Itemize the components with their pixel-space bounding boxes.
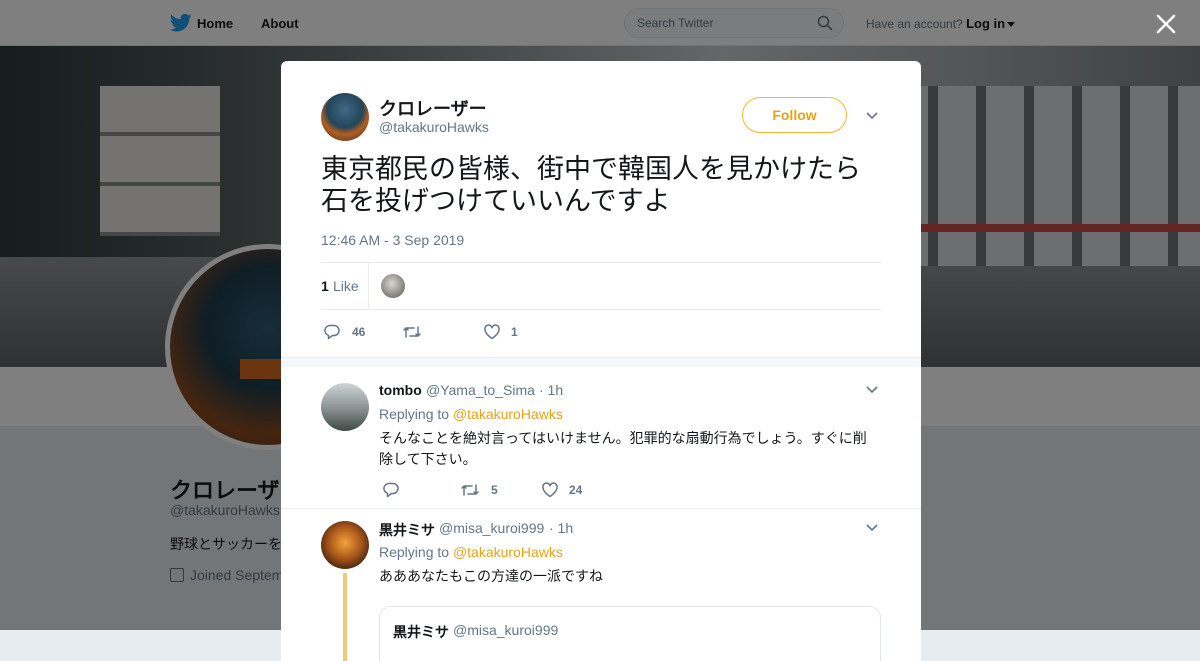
quoted-tweet[interactable]: 黒井ミサ @misa_kuroi999 xyxy=(379,606,881,661)
stats-separator xyxy=(368,263,369,309)
replying-prefix: Replying to xyxy=(379,544,450,560)
retweet-action[interactable] xyxy=(402,323,452,341)
heart-icon xyxy=(542,482,558,498)
liker-avatar[interactable] xyxy=(381,274,405,298)
tweet-stats: 1 Like xyxy=(321,262,881,310)
retweet-action[interactable]: 5 xyxy=(460,481,510,499)
retweet-icon xyxy=(403,326,421,338)
replying-to-link[interactable]: @takakuroHawks xyxy=(453,544,563,560)
tweet-modal: クロレーザー @takakuroHawks Follow 東京都民の皆様、街中で… xyxy=(281,61,921,661)
reply-time[interactable]: · 1h xyxy=(549,520,573,536)
reply-action[interactable]: 46 xyxy=(323,323,373,341)
reply-avatar[interactable] xyxy=(321,383,369,431)
reply-text: そんなことを絶対言ってはいけません。犯罪的な扇動行為でしょう。すぐに削除して下さ… xyxy=(379,430,867,467)
like-count: 24 xyxy=(569,483,583,497)
replies-divider xyxy=(281,357,921,367)
reply-icon xyxy=(324,324,340,340)
reply-author-name[interactable]: tombo xyxy=(379,382,422,398)
author-avatar[interactable] xyxy=(321,93,369,141)
like-action[interactable]: 24 xyxy=(541,481,591,499)
quote-author-handle: @misa_kuroi999 xyxy=(453,622,559,638)
reply-author-handle[interactable]: @misa_kuroi999 xyxy=(439,520,544,536)
reply-time[interactable]: · 1h xyxy=(539,382,563,398)
like-count: 1 xyxy=(511,325,518,339)
retweet-icon xyxy=(461,484,479,496)
reply-action[interactable] xyxy=(382,481,422,499)
reply-avatar[interactable] xyxy=(321,521,369,569)
retweet-count: 5 xyxy=(491,483,498,497)
chevron-down-icon[interactable] xyxy=(866,524,878,532)
chevron-down-icon[interactable] xyxy=(866,112,878,120)
chevron-down-icon[interactable] xyxy=(866,386,878,394)
follow-button[interactable]: Follow xyxy=(742,97,847,133)
replying-to: Replying to @takakuroHawks xyxy=(379,544,563,560)
reply-count: 46 xyxy=(352,325,366,339)
replying-to-link[interactable]: @takakuroHawks xyxy=(453,406,563,422)
likes-count[interactable]: 1 xyxy=(321,278,329,294)
replying-prefix: Replying to xyxy=(379,406,450,422)
replying-to: Replying to @takakuroHawks xyxy=(379,406,563,422)
close-icon[interactable] xyxy=(1155,13,1177,35)
heart-icon xyxy=(484,324,500,340)
thread-line xyxy=(343,573,347,661)
author-handle[interactable]: @takakuroHawks xyxy=(379,119,489,135)
reply-icon xyxy=(383,482,399,498)
reply-author-handle[interactable]: @Yama_to_Sima xyxy=(426,382,535,398)
author-name[interactable]: クロレーザー xyxy=(379,95,487,121)
reply-author-name[interactable]: 黒井ミサ xyxy=(379,520,435,540)
quote-author-name: 黒井ミサ xyxy=(393,624,449,640)
likes-label[interactable]: Like xyxy=(333,278,359,294)
reply-divider xyxy=(281,508,921,509)
like-action[interactable]: 1 xyxy=(483,323,533,341)
reply-text: あああなたもこの方達の一派ですね xyxy=(379,568,603,584)
tweet-text: 東京都民の皆様、街中で韓国人を見かけたら石を投げつけていいんですよ xyxy=(321,154,861,216)
tweet-timestamp[interactable]: 12:46 AM - 3 Sep 2019 xyxy=(321,232,464,248)
